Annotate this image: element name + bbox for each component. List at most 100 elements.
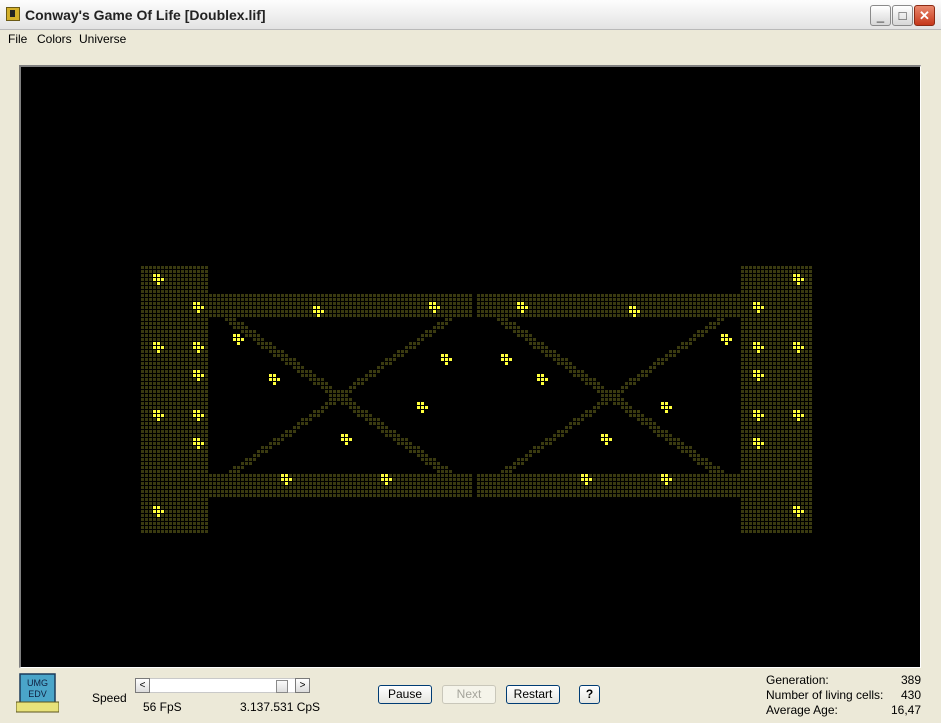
life-cell xyxy=(161,378,164,381)
life-cell xyxy=(545,294,548,297)
pause-button[interactable]: Pause xyxy=(378,685,432,704)
life-cell xyxy=(765,318,768,321)
life-cell xyxy=(145,498,148,501)
life-cell xyxy=(153,462,156,465)
life-cell xyxy=(777,334,780,337)
life-cell xyxy=(589,306,592,309)
life-cell xyxy=(805,382,808,385)
life-cell xyxy=(153,422,156,425)
life-cell xyxy=(777,366,780,369)
restart-button[interactable]: Restart xyxy=(506,685,560,704)
life-cell xyxy=(529,342,532,345)
life-cell xyxy=(205,426,208,429)
maximize-button[interactable]: □ xyxy=(892,5,913,26)
life-cell xyxy=(761,466,764,469)
life-cell xyxy=(205,326,208,329)
life-cell xyxy=(257,306,260,309)
life-cell xyxy=(757,266,760,269)
life-cell xyxy=(769,330,772,333)
life-cell xyxy=(701,458,704,461)
slider-track[interactable] xyxy=(150,678,295,693)
life-cell xyxy=(765,522,768,525)
life-cell xyxy=(369,310,372,313)
menu-colors[interactable]: Colors xyxy=(37,32,72,46)
slider-right-arrow[interactable]: > xyxy=(295,678,310,693)
life-cell xyxy=(477,294,480,297)
life-cell xyxy=(377,490,380,493)
life-cell xyxy=(805,410,808,413)
life-cell xyxy=(561,434,564,437)
life-cell xyxy=(261,314,264,317)
life-cell xyxy=(773,470,776,473)
universe-canvas[interactable] xyxy=(19,65,921,668)
life-cell xyxy=(517,306,520,309)
speed-slider[interactable]: < > xyxy=(135,678,310,693)
next-button[interactable]: Next xyxy=(442,685,496,704)
life-cell xyxy=(745,402,748,405)
life-cell xyxy=(329,398,332,401)
life-cell xyxy=(357,490,360,493)
life-cell xyxy=(477,474,480,477)
life-cell xyxy=(725,490,728,493)
life-cell xyxy=(733,494,736,497)
life-cell xyxy=(161,474,164,477)
life-cell xyxy=(797,426,800,429)
life-cell xyxy=(317,494,320,497)
life-cell xyxy=(789,498,792,501)
life-cell xyxy=(417,402,420,405)
life-cell xyxy=(765,310,768,313)
life-cell xyxy=(201,270,204,273)
life-cell xyxy=(221,298,224,301)
life-cell xyxy=(601,386,604,389)
life-cell xyxy=(157,338,160,341)
life-cell xyxy=(209,490,212,493)
life-cell xyxy=(793,278,796,281)
menu-file[interactable]: File xyxy=(8,32,27,46)
help-button[interactable]: ? xyxy=(579,685,600,704)
menu-universe[interactable]: Universe xyxy=(79,32,126,46)
slider-thumb[interactable] xyxy=(276,680,288,693)
life-cell xyxy=(357,310,360,313)
life-cell xyxy=(149,422,152,425)
life-cell xyxy=(641,314,644,317)
life-cell xyxy=(753,502,756,505)
life-cell xyxy=(201,526,204,529)
life-cell xyxy=(157,274,160,277)
life-cell xyxy=(805,346,808,349)
life-cell xyxy=(773,402,776,405)
minimize-button[interactable]: _ xyxy=(870,5,891,26)
life-cell xyxy=(445,294,448,297)
living-cells-label: Number of living cells: xyxy=(766,688,884,702)
life-cell xyxy=(529,338,532,341)
life-cell xyxy=(777,318,780,321)
life-cell xyxy=(797,374,800,377)
life-cell xyxy=(649,490,652,493)
life-cell xyxy=(209,294,212,297)
life-cell xyxy=(449,490,452,493)
life-cell xyxy=(765,474,768,477)
close-button[interactable]: ✕ xyxy=(914,5,935,26)
life-cell xyxy=(593,406,596,409)
life-cell xyxy=(161,466,164,469)
life-cell xyxy=(149,430,152,433)
life-cell xyxy=(449,482,452,485)
life-cell xyxy=(593,478,596,481)
life-cell xyxy=(665,434,668,437)
life-cell xyxy=(621,398,624,401)
life-cell xyxy=(601,394,604,397)
life-cell xyxy=(617,398,620,401)
life-cell xyxy=(185,318,188,321)
life-cell xyxy=(169,490,172,493)
slider-left-arrow[interactable]: < xyxy=(135,678,150,693)
life-cell xyxy=(409,494,412,497)
life-cell xyxy=(741,442,744,445)
life-cell xyxy=(765,290,768,293)
life-cell xyxy=(449,310,452,313)
life-cell xyxy=(633,410,636,413)
life-cell xyxy=(717,482,720,485)
life-cell xyxy=(157,378,160,381)
life-cell xyxy=(801,482,804,485)
life-cell xyxy=(693,334,696,337)
life-cell xyxy=(769,398,772,401)
life-cell xyxy=(197,362,200,365)
